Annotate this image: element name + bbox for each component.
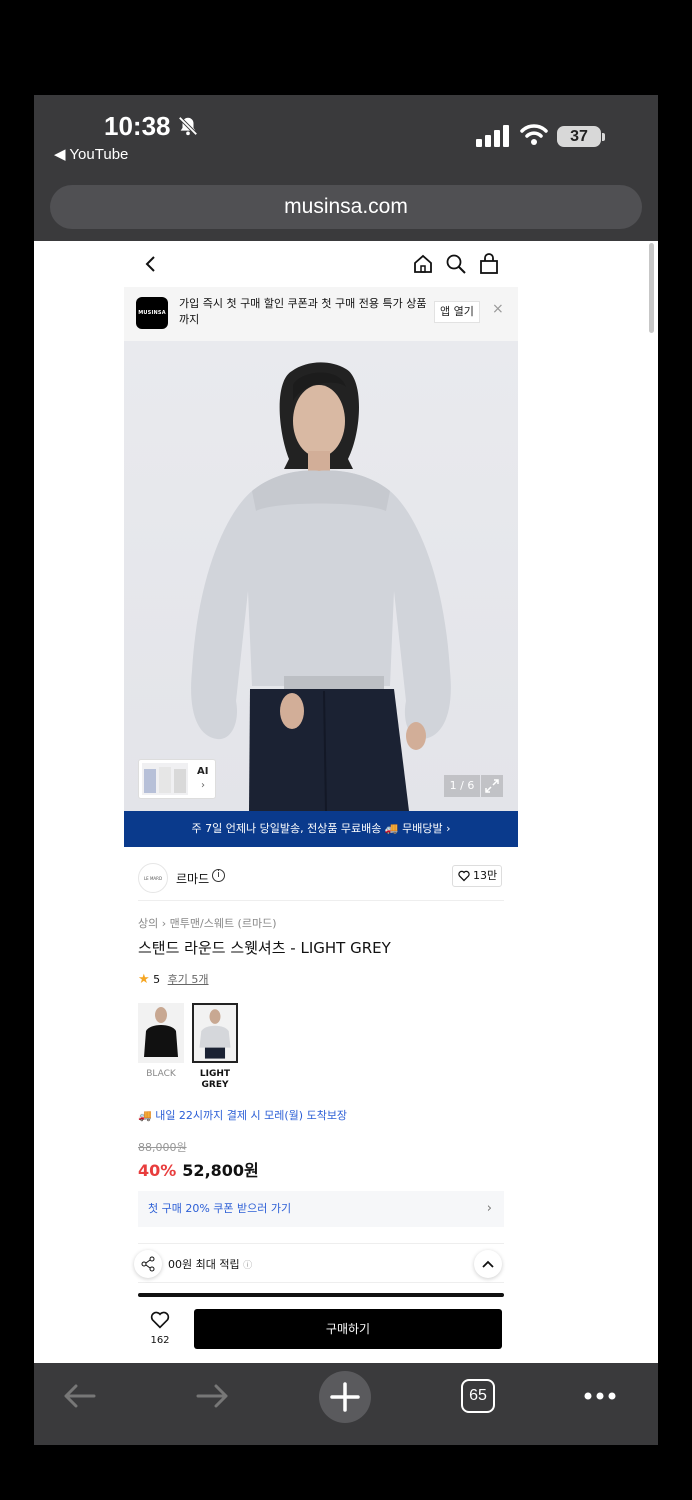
open-app-button[interactable]: 앱 열기: [434, 301, 480, 323]
cellular-signal-icon: [476, 125, 509, 147]
black-swatch-image: [138, 1003, 184, 1063]
arrival-guarantee: 🚚 내일 22시까지 결제 시 모레(월) 도착보장: [138, 1109, 348, 1122]
chevron-up-icon: [482, 1260, 494, 1268]
sale-price: 40% 52,800원: [138, 1157, 259, 1181]
wishlist-button[interactable]: 162: [146, 1311, 174, 1346]
delivery-promo-banner[interactable]: 주 7일 언제나 당일발송, 전상품 무료배송 🚚 무배당발 ›: [124, 811, 518, 847]
browser-toolbar: 65: [34, 1363, 658, 1445]
color-label-light-grey: LIGHT GREY: [199, 1069, 231, 1090]
star-icon: ★: [138, 972, 150, 987]
tab-count-button[interactable]: 65: [461, 1379, 495, 1413]
cart-icon[interactable]: [478, 253, 500, 275]
page-scrollbar[interactable]: [649, 243, 654, 333]
ai-chevron-icon: ›: [201, 780, 205, 791]
ai-recommend-thumbnail[interactable]: AI ›: [138, 759, 216, 799]
coupon-link[interactable]: 첫 구매 20% 쿠폰 받으러 가기 ›: [138, 1191, 504, 1227]
original-price: 88,000원: [138, 1141, 187, 1154]
color-swatch-light-grey[interactable]: [192, 1003, 238, 1063]
wifi-icon: [520, 124, 548, 145]
expand-icon[interactable]: [481, 775, 503, 797]
silent-bell-icon: [178, 116, 198, 136]
breadcrumb[interactable]: 상의 › 맨투맨/스웨트 (르마드): [138, 915, 277, 931]
home-icon[interactable]: [412, 253, 434, 275]
app-install-banner: MUSINSA 가입 즉시 첫 구매 할인 쿠폰과 첫 구매 전용 특가 상품까…: [124, 287, 518, 341]
forward-arrow-icon[interactable]: [194, 1363, 230, 1445]
discount-rate: 40%: [138, 1161, 177, 1180]
color-label-black: BLACK: [146, 1069, 176, 1079]
brand-like-button[interactable]: 13만: [452, 865, 502, 887]
brand-logo[interactable]: LE MARD: [138, 863, 168, 893]
rating-row: ★ 5 후기 5개: [138, 971, 209, 987]
image-counter: 1 / 6: [444, 775, 480, 797]
top-navigation: [124, 241, 518, 287]
share-button[interactable]: [134, 1250, 162, 1278]
ai-thumbnail-image: [142, 763, 188, 795]
purchase-bar: 162 구매하기: [124, 1297, 518, 1363]
points-info-icon[interactable]: ⓘ: [243, 1261, 252, 1271]
close-banner-icon[interactable]: ×: [492, 301, 504, 317]
phone-screen: 10:38 ◀ YouTube 37 musinsa.com MUSINSA 가…: [34, 95, 658, 1445]
more-options-icon[interactable]: [582, 1363, 618, 1445]
heart-icon: [150, 1311, 170, 1329]
wishlist-count: 162: [150, 1335, 170, 1346]
back-arrow-icon[interactable]: [62, 1363, 98, 1445]
status-time: 10:38: [104, 111, 171, 141]
musinsa-logo: MUSINSA: [136, 297, 168, 329]
points-text: 00원 최대 적립 ⓘ: [168, 1256, 252, 1272]
points-label: 00원 최대 적립: [168, 1258, 240, 1271]
share-icon: [141, 1256, 155, 1272]
rating-value: 5: [153, 973, 161, 986]
search-icon[interactable]: [445, 253, 467, 275]
buy-button[interactable]: 구매하기: [194, 1309, 502, 1349]
plus-icon: [330, 1382, 360, 1412]
light-grey-swatch-image: [192, 1003, 238, 1063]
battery-cap: [602, 133, 605, 141]
address-bar[interactable]: musinsa.com: [50, 185, 642, 229]
coupon-label: 첫 구매 20% 쿠폰 받으러 가기: [148, 1202, 292, 1215]
product-photo: [191, 362, 451, 811]
banner-message: 가입 즉시 첫 구매 할인 쿠폰과 첫 구매 전용 특가 상품까지: [179, 297, 427, 326]
review-link[interactable]: 후기 5개: [168, 973, 209, 986]
product-image-gallery[interactable]: AI › 1 / 6: [124, 341, 518, 811]
ai-label: AI: [197, 766, 209, 777]
scroll-top-button[interactable]: [474, 1250, 502, 1278]
status-bar: 10:38 ◀ YouTube 37 musinsa.com: [34, 95, 658, 241]
price-value: 52,800원: [182, 1161, 259, 1180]
color-swatch-black[interactable]: [138, 1003, 184, 1063]
brand-row: LE MARD 르마드 i 13만: [138, 855, 504, 901]
new-tab-button[interactable]: [319, 1371, 371, 1423]
battery-indicator: 37: [557, 126, 601, 147]
web-page: MUSINSA 가입 즉시 첫 구매 할인 쿠폰과 첫 구매 전용 특가 상품까…: [124, 241, 518, 1363]
product-title: 스탠드 라운드 스웻셔츠 - LIGHT GREY: [138, 939, 391, 957]
back-chevron-icon[interactable]: [140, 253, 162, 275]
coupon-chevron-icon: ›: [486, 1201, 492, 1216]
points-row: 00원 최대 적립 ⓘ: [134, 1243, 504, 1283]
back-to-app-link[interactable]: ◀ YouTube: [54, 145, 128, 163]
brand-name[interactable]: 르마드: [176, 870, 209, 887]
brand-like-count: 13만: [473, 869, 498, 882]
brand-info-icon[interactable]: i: [212, 869, 225, 882]
heart-icon: [458, 870, 470, 882]
